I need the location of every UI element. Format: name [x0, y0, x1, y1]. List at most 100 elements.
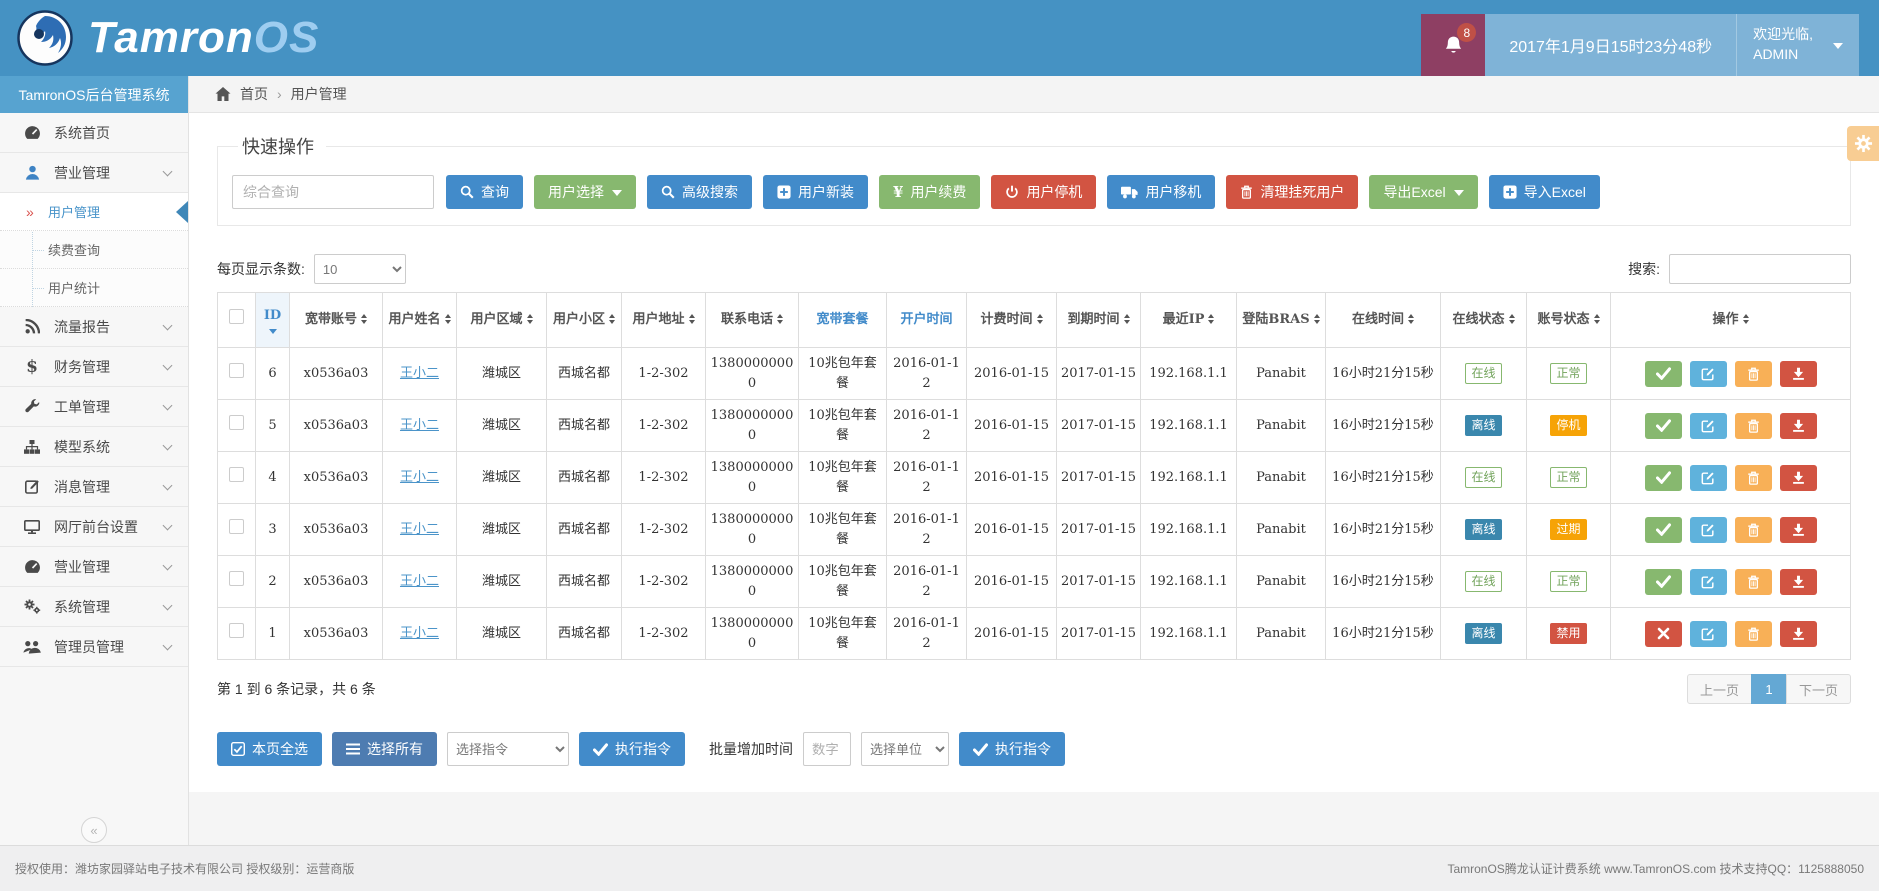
user-move-button[interactable]: 用户移机 — [1107, 175, 1215, 209]
sidebar-collapse-button[interactable]: « — [81, 817, 107, 843]
row-checkbox[interactable] — [229, 415, 244, 430]
check-action-button[interactable] — [1645, 569, 1682, 595]
sidebar-item[interactable]: 系统首页 — [0, 113, 188, 153]
user-select-button[interactable]: 用户选择 — [534, 175, 636, 209]
user-new-install-button[interactable]: 用户新装 — [763, 175, 868, 209]
row-checkbox[interactable] — [229, 363, 244, 378]
download-action-button[interactable] — [1780, 517, 1817, 543]
col-ip[interactable]: 最近IP — [1141, 293, 1237, 348]
sidebar-item[interactable]: 营业管理 — [0, 547, 188, 587]
user-renew-button[interactable]: ¥用户续费 — [879, 175, 980, 209]
col-account_status[interactable]: 账号状态 — [1527, 293, 1611, 348]
col-community[interactable]: 用户小区 — [547, 293, 622, 348]
sidebar-item[interactable]: 流量报告 — [0, 307, 188, 347]
trash-action-button[interactable] — [1735, 621, 1772, 647]
sidebar-item[interactable]: 系统管理 — [0, 587, 188, 627]
check-action-button[interactable] — [1645, 361, 1682, 387]
col-online_status[interactable]: 在线状态 — [1441, 293, 1527, 348]
per-page-select[interactable]: 10 — [314, 254, 406, 284]
col-id[interactable]: ID — [256, 293, 290, 348]
sidebar-item[interactable]: 模型系统 — [0, 427, 188, 467]
user-name-link[interactable]: 王小二 — [400, 626, 439, 641]
row-checkbox[interactable] — [229, 571, 244, 586]
x-action-button[interactable] — [1645, 621, 1682, 647]
download-action-button[interactable] — [1780, 413, 1817, 439]
select-all-button[interactable]: 选择所有 — [332, 732, 437, 766]
col-bras[interactable]: 登陆BRAS — [1237, 293, 1326, 348]
next-page-button[interactable]: 下一页 — [1786, 674, 1851, 704]
edit-action-button[interactable] — [1690, 621, 1727, 647]
download-action-button[interactable] — [1780, 465, 1817, 491]
menu-lines-icon — [346, 743, 360, 755]
current-page-button[interactable]: 1 — [1751, 674, 1787, 704]
col-phone[interactable]: 联系电话 — [706, 293, 799, 348]
col-online_time[interactable]: 在线时间 — [1326, 293, 1441, 348]
user-name-link[interactable]: 王小二 — [400, 470, 439, 485]
row-checkbox[interactable] — [229, 519, 244, 534]
sidebar-item[interactable]: 营业管理 — [0, 153, 188, 193]
user-name-link[interactable]: 王小二 — [400, 366, 439, 381]
sidebar-subitem[interactable]: 用户统计 — [0, 269, 188, 307]
col-expire_date[interactable]: 到期时间 — [1057, 293, 1141, 348]
export-excel-button[interactable]: 导出Excel — [1369, 175, 1477, 209]
col-name[interactable]: 用户姓名 — [383, 293, 457, 348]
trash-action-button[interactable] — [1735, 361, 1772, 387]
select-page-button[interactable]: 本页全选 — [217, 732, 322, 766]
command-select[interactable]: 选择指令 — [447, 732, 569, 766]
user-name-link[interactable]: 王小二 — [400, 574, 439, 589]
user-stop-button[interactable]: 用户停机 — [991, 175, 1096, 209]
sidebar-item[interactable]: 网厅前台设置 — [0, 507, 188, 547]
col-account[interactable]: 宽带账号 — [290, 293, 383, 348]
trash-action-button[interactable] — [1735, 569, 1772, 595]
check-action-button[interactable] — [1645, 517, 1682, 543]
import-excel-button[interactable]: 导入Excel — [1489, 175, 1600, 209]
download-action-button[interactable] — [1780, 569, 1817, 595]
col-billing_date[interactable]: 计费时间 — [967, 293, 1057, 348]
row-checkbox[interactable] — [229, 467, 244, 482]
user-menu[interactable]: 欢迎光临, ADMIN — [1736, 14, 1859, 76]
edit-action-button[interactable] — [1690, 413, 1727, 439]
row-checkbox[interactable] — [229, 623, 244, 638]
settings-gear-button[interactable] — [1847, 126, 1879, 161]
sidebar-subitem[interactable]: 续费查询 — [0, 231, 188, 269]
check-action-button[interactable] — [1645, 465, 1682, 491]
check-action-button[interactable] — [1645, 413, 1682, 439]
trash-icon — [1747, 575, 1760, 589]
unit-select[interactable]: 选择单位 — [861, 732, 949, 766]
trash-action-button[interactable] — [1735, 413, 1772, 439]
combined-query-input[interactable] — [232, 175, 434, 209]
execute-command-button[interactable]: 执行指令 — [579, 732, 685, 766]
prev-page-button[interactable]: 上一页 — [1687, 674, 1752, 704]
edit-action-button[interactable] — [1690, 465, 1727, 491]
execute-batch-button[interactable]: 执行指令 — [959, 732, 1065, 766]
edit-action-button[interactable] — [1690, 569, 1727, 595]
trash-action-button[interactable] — [1735, 517, 1772, 543]
breadcrumb-home[interactable]: 首页 — [240, 84, 268, 104]
col-open_date[interactable]: 开户时间 — [887, 293, 967, 348]
user-name-link[interactable]: 王小二 — [400, 418, 439, 433]
user-name-link[interactable]: 王小二 — [400, 522, 439, 537]
sidebar-item[interactable]: $财务管理 — [0, 347, 188, 387]
advanced-search-button[interactable]: 高级搜索 — [647, 175, 752, 209]
col-actions[interactable]: 操作 — [1611, 293, 1851, 348]
col-plan[interactable]: 宽带套餐 — [799, 293, 887, 348]
edit-action-button[interactable] — [1690, 361, 1727, 387]
query-button[interactable]: 查询 — [446, 175, 523, 209]
sidebar-item[interactable]: 管理员管理 — [0, 627, 188, 667]
sort-icon — [1314, 314, 1320, 324]
col-address[interactable]: 用户地址 — [622, 293, 706, 348]
download-action-button[interactable] — [1780, 361, 1817, 387]
edit-action-button[interactable] — [1690, 517, 1727, 543]
sidebar-item[interactable]: 消息管理 — [0, 467, 188, 507]
table-search-input[interactable] — [1669, 254, 1851, 284]
sidebar-subitem[interactable]: 用户管理 — [0, 193, 188, 231]
trash-action-button[interactable] — [1735, 465, 1772, 491]
notifications-button[interactable]: 8 — [1421, 14, 1485, 76]
download-action-button[interactable] — [1780, 621, 1817, 647]
batch-number-input[interactable] — [803, 732, 851, 766]
cell-phone: 13800000000 — [706, 400, 799, 452]
select-all-checkbox[interactable] — [229, 309, 244, 324]
sidebar-item[interactable]: 工单管理 — [0, 387, 188, 427]
clean-dead-users-button[interactable]: 清理挂死用户 — [1226, 175, 1358, 209]
col-region[interactable]: 用户区域 — [457, 293, 547, 348]
